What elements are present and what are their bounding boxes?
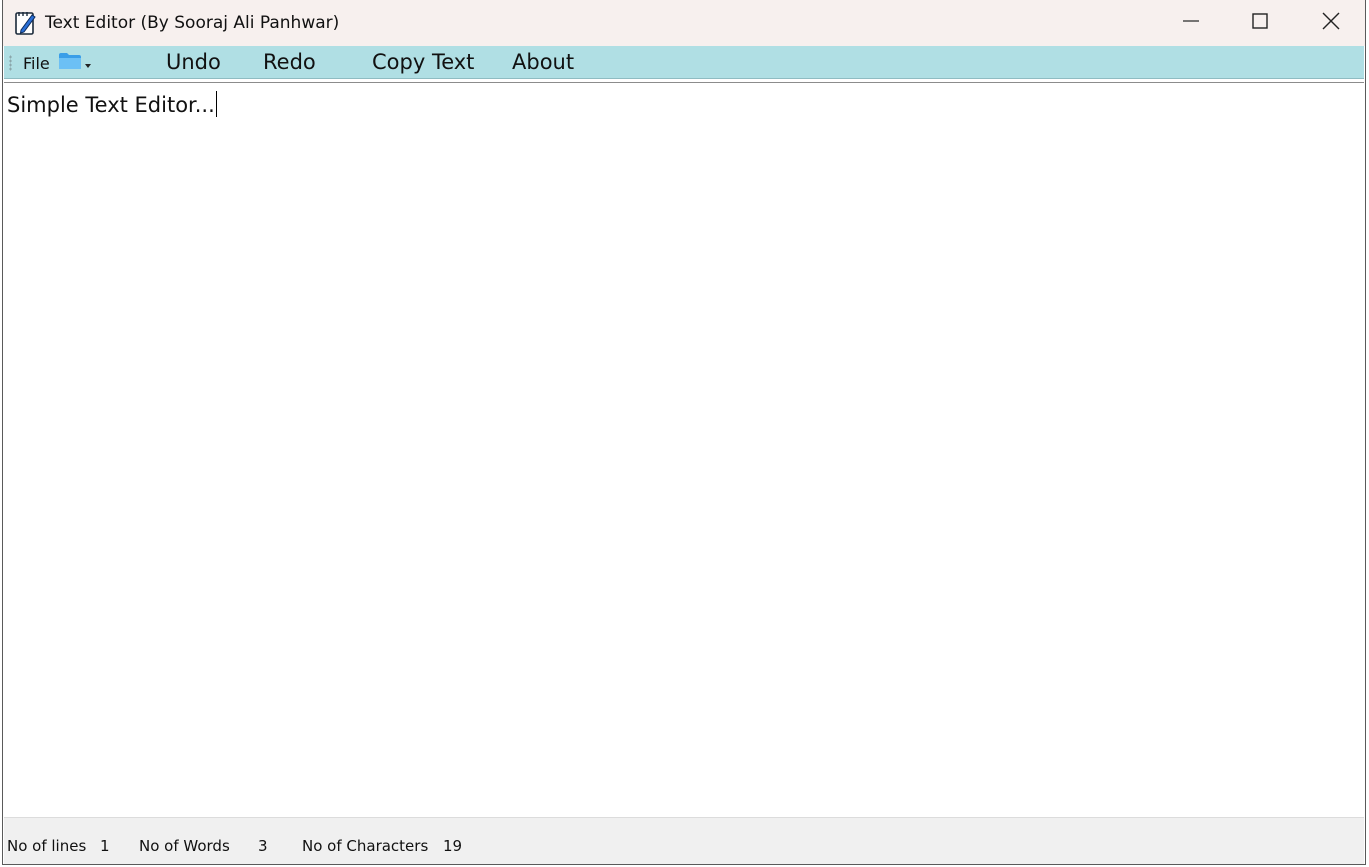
folder-dropdown-button[interactable] (58, 52, 96, 74)
toolbar-divider (4, 82, 1364, 83)
lines-label: No of lines (7, 837, 87, 855)
undo-button[interactable]: Undo (166, 50, 221, 74)
words-label: No of Words (139, 837, 230, 855)
redo-button[interactable]: Redo (263, 50, 316, 74)
title-bar[interactable]: Text Editor (By Sooraj Ali Panhwar) (3, 0, 1365, 46)
about-button[interactable]: About (512, 50, 574, 74)
minimize-icon (1183, 13, 1199, 33)
text-editor-area[interactable]: Simple Text Editor... (4, 86, 1364, 818)
words-count: 3 (258, 837, 268, 855)
characters-label: No of Characters (302, 837, 429, 855)
chevron-down-icon (84, 54, 92, 73)
file-menu[interactable]: File (23, 52, 50, 76)
maximize-button[interactable] (1225, 0, 1295, 46)
text-caret (215, 91, 217, 117)
editor-text: Simple Text Editor... (7, 93, 215, 117)
toolbar-grip[interactable] (9, 55, 12, 71)
notepad-pencil-icon (14, 10, 38, 36)
folder-icon (58, 52, 82, 74)
minimize-button[interactable] (1156, 0, 1226, 46)
close-button[interactable] (1296, 0, 1366, 46)
maximize-icon (1252, 13, 1268, 33)
app-window: Text Editor (By Sooraj Ali Panhwar) File (2, 0, 1366, 865)
status-bar: No of lines 1 No of Words 3 No of Charac… (4, 817, 1364, 864)
copy-text-button[interactable]: Copy Text (372, 50, 474, 74)
characters-count: 19 (443, 837, 463, 855)
lines-count: 1 (100, 837, 110, 855)
close-icon (1322, 12, 1340, 34)
editor-content[interactable]: Simple Text Editor... (7, 91, 217, 117)
toolbar: File Undo Redo Copy Text About (4, 46, 1364, 79)
window-title: Text Editor (By Sooraj Ali Panhwar) (45, 13, 340, 33)
